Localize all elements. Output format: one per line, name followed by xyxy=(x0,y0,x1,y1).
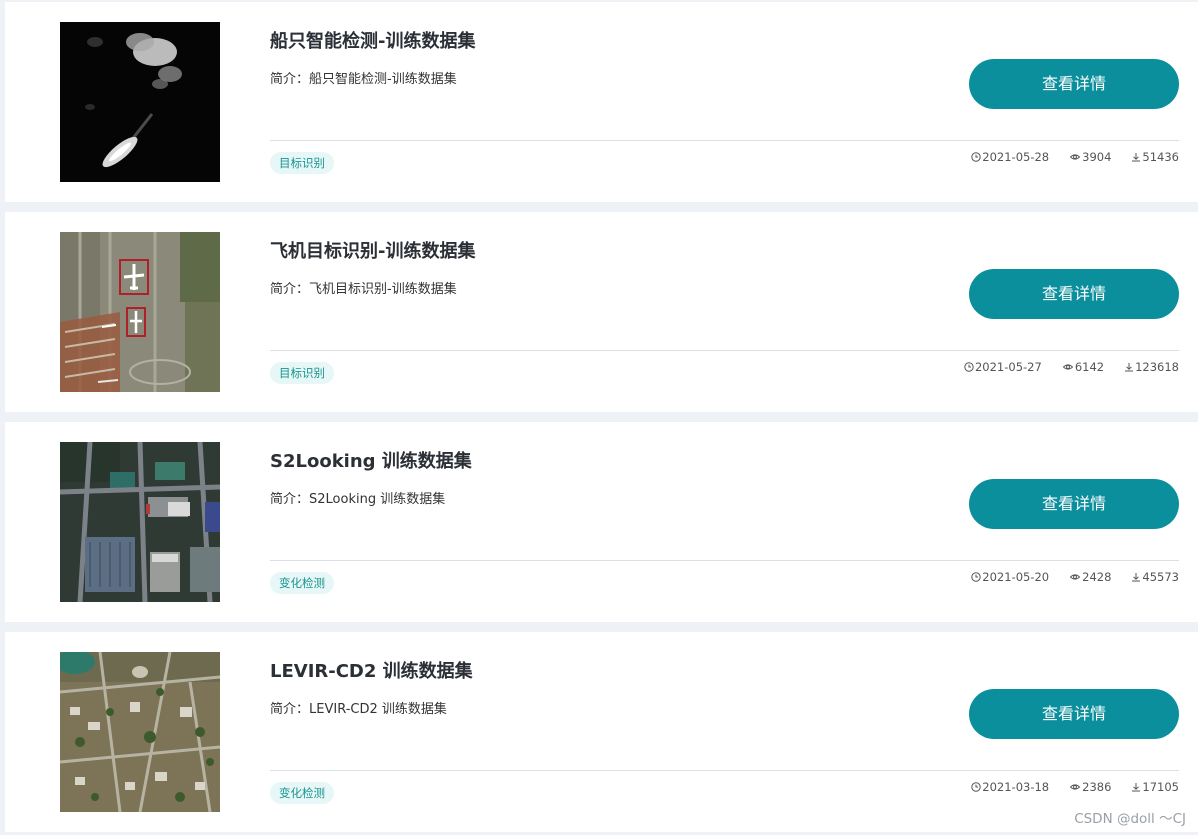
intro-text: S2Looking 训练数据集 xyxy=(309,492,446,507)
dataset-thumbnail-urban[interactable] xyxy=(60,442,220,602)
downloads-item: 45573 xyxy=(1131,570,1179,584)
dataset-meta: 2021-05-27 6142 123618 xyxy=(964,360,1179,374)
category-tag[interactable]: 目标识别 xyxy=(270,152,334,174)
category-tag[interactable]: 目标识别 xyxy=(270,362,334,384)
download-icon xyxy=(1132,153,1141,162)
downloads-item: 17105 xyxy=(1131,780,1179,794)
date-text: 2021-05-20 xyxy=(982,570,1050,584)
watermark: CSDN @doll ～CJ xyxy=(1074,811,1186,827)
views-item: 2428 xyxy=(1069,570,1111,584)
date-text: 2021-05-28 xyxy=(982,150,1050,164)
intro-text: 飞机目标识别-训练数据集 xyxy=(309,282,457,297)
dataset-title[interactable]: S2Looking 训练数据集 xyxy=(270,447,472,473)
eye-icon xyxy=(1069,784,1081,790)
views-count: 6142 xyxy=(1074,360,1105,374)
dataset-intro: 简介：LEVIR-CD2 训练数据集 xyxy=(270,698,447,717)
downloads-count: 17105 xyxy=(1142,780,1179,794)
download-icon xyxy=(1132,573,1141,582)
views-count: 3904 xyxy=(1082,150,1112,164)
views-item: 3904 xyxy=(1069,150,1111,164)
dataset-title[interactable]: 飞机目标识别-训练数据集 xyxy=(270,237,475,263)
divider xyxy=(270,140,1179,141)
dataset-intro: 简介：S2Looking 训练数据集 xyxy=(270,488,445,507)
view-details-button[interactable]: 查看详情 xyxy=(969,479,1179,529)
dataset-thumbnail-residential[interactable] xyxy=(60,652,220,812)
dataset-card: LEVIR-CD2 训练数据集 简介：LEVIR-CD2 训练数据集 查看详情 … xyxy=(5,632,1198,832)
dataset-thumbnail-airport[interactable] xyxy=(60,232,220,392)
eye-icon xyxy=(1062,364,1073,370)
date-text: 2021-05-27 xyxy=(974,360,1042,374)
views-count: 2428 xyxy=(1082,570,1112,584)
intro-prefix: 简介： xyxy=(270,702,310,717)
date-item: 2021-05-27 xyxy=(964,360,1042,374)
dataset-card: S2Looking 训练数据集 简介：S2Looking 训练数据集 查看详情 … xyxy=(5,422,1198,622)
divider xyxy=(270,770,1179,771)
views-item: 2386 xyxy=(1069,780,1111,794)
dataset-intro: 简介：船只智能检测-训练数据集 xyxy=(270,68,457,87)
dataset-card: 飞机目标识别-训练数据集 简介：飞机目标识别-训练数据集 查看详情 目标识别 2… xyxy=(5,212,1198,412)
dataset-thumbnail-ship[interactable] xyxy=(60,22,220,182)
intro-text: 船只智能检测-训练数据集 xyxy=(309,72,457,87)
divider xyxy=(270,350,1179,351)
dataset-list: 船只智能检测-训练数据集 简介：船只智能检测-训练数据集 查看详情 目标识别 2… xyxy=(0,0,1198,835)
intro-prefix: 简介： xyxy=(270,492,310,507)
view-details-button[interactable]: 查看详情 xyxy=(969,59,1179,109)
date-item: 2021-03-18 xyxy=(971,780,1049,794)
downloads-count: 45573 xyxy=(1142,570,1179,584)
view-details-button[interactable]: 查看详情 xyxy=(969,269,1179,319)
category-tag[interactable]: 变化检测 xyxy=(270,782,334,804)
intro-text: LEVIR-CD2 训练数据集 xyxy=(309,702,447,717)
date-text: 2021-03-18 xyxy=(982,780,1050,794)
downloads-item: 123618 xyxy=(1124,360,1179,374)
divider xyxy=(270,560,1179,561)
views-item: 6142 xyxy=(1062,360,1104,374)
eye-icon xyxy=(1069,154,1081,160)
dataset-title[interactable]: LEVIR-CD2 训练数据集 xyxy=(270,657,473,683)
dataset-meta: 2021-05-28 3904 51436 xyxy=(971,150,1179,164)
views-count: 2386 xyxy=(1082,780,1112,794)
dataset-meta: 2021-03-18 2386 17105 xyxy=(971,780,1179,794)
dataset-intro: 简介：飞机目标识别-训练数据集 xyxy=(270,278,457,297)
downloads-count: 51436 xyxy=(1142,150,1179,164)
dataset-title[interactable]: 船只智能检测-训练数据集 xyxy=(270,27,475,53)
dataset-card: 船只智能检测-训练数据集 简介：船只智能检测-训练数据集 查看详情 目标识别 2… xyxy=(5,2,1198,202)
date-item: 2021-05-28 xyxy=(971,150,1049,164)
clock-icon xyxy=(971,572,981,582)
view-details-button[interactable]: 查看详情 xyxy=(969,689,1179,739)
clock-icon xyxy=(971,782,981,792)
intro-prefix: 简介： xyxy=(270,72,310,87)
intro-prefix: 简介： xyxy=(270,282,310,297)
date-item: 2021-05-20 xyxy=(971,570,1049,584)
clock-icon xyxy=(971,152,981,162)
downloads-count: 123618 xyxy=(1135,360,1179,374)
dataset-meta: 2021-05-20 2428 45573 xyxy=(971,570,1179,584)
clock-icon xyxy=(964,362,974,372)
download-icon xyxy=(1132,783,1141,792)
category-tag[interactable]: 变化检测 xyxy=(270,572,334,594)
download-icon xyxy=(1125,363,1134,372)
eye-icon xyxy=(1069,574,1081,580)
downloads-item: 51436 xyxy=(1131,150,1179,164)
